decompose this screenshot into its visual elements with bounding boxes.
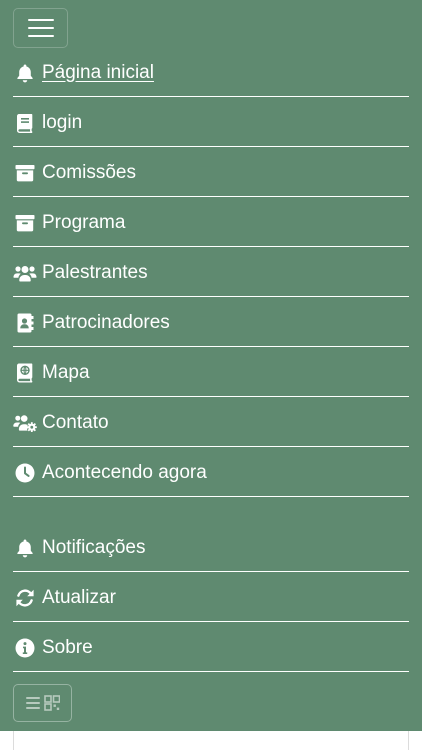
menu-item-label: Programa [42, 211, 126, 233]
menu-list: Página inicial login Comissões Programa … [13, 47, 409, 672]
menu-item-label: Notificações [42, 536, 146, 558]
menu-item-mapa[interactable]: Mapa [13, 347, 409, 397]
navigation-menu-panel: Página inicial login Comissões Programa … [0, 0, 422, 731]
menu-item-contato[interactable]: Contato [13, 397, 409, 447]
menu-item-palestrantes[interactable]: Palestrantes [13, 247, 409, 297]
hamburger-icon [27, 19, 54, 37]
menu-item-label: Página inicial [42, 61, 154, 83]
archive-icon [13, 212, 37, 234]
menu-item-programa[interactable]: Programa [13, 197, 409, 247]
menu-item-label: Comissões [42, 161, 136, 183]
list-qrcode-icon [25, 695, 60, 711]
archive-icon [13, 162, 37, 184]
menu-spacer [13, 497, 409, 522]
menu-item-comissoes[interactable]: Comissões [13, 147, 409, 197]
page-content-edge [13, 731, 409, 750]
menu-item-label: Acontecendo agora [42, 461, 207, 483]
book-icon [13, 112, 37, 134]
menu-item-acontecendo-agora[interactable]: Acontecendo agora [13, 447, 409, 497]
sync-icon [13, 587, 37, 609]
menu-toggle-button[interactable] [13, 8, 68, 48]
menu-item-label: Palestrantes [42, 261, 148, 283]
users-cog-icon [13, 412, 37, 434]
menu-item-atualizar[interactable]: Atualizar [13, 572, 409, 622]
menu-item-label: Patrocinadores [42, 311, 170, 333]
menu-item-login[interactable]: login [13, 97, 409, 147]
menu-item-label: login [42, 111, 83, 133]
clock-icon [13, 462, 37, 484]
menu-item-label: Sobre [42, 636, 93, 658]
menu-item-patrocinadores[interactable]: Patrocinadores [13, 297, 409, 347]
qr-code-menu-button[interactable] [13, 684, 72, 722]
address-book-icon [13, 312, 37, 334]
info-circle-icon [13, 637, 37, 659]
bell-icon [13, 537, 37, 559]
menu-item-pagina-inicial[interactable]: Página inicial [13, 47, 409, 97]
atlas-icon [13, 362, 37, 384]
menu-item-sobre[interactable]: Sobre [13, 622, 409, 672]
users-icon [13, 262, 37, 284]
menu-item-label: Contato [42, 411, 109, 433]
menu-item-label: Mapa [42, 361, 90, 383]
menu-item-label: Atualizar [42, 586, 116, 608]
menu-item-notificacoes[interactable]: Notificações [13, 522, 409, 572]
bell-icon [13, 62, 37, 84]
